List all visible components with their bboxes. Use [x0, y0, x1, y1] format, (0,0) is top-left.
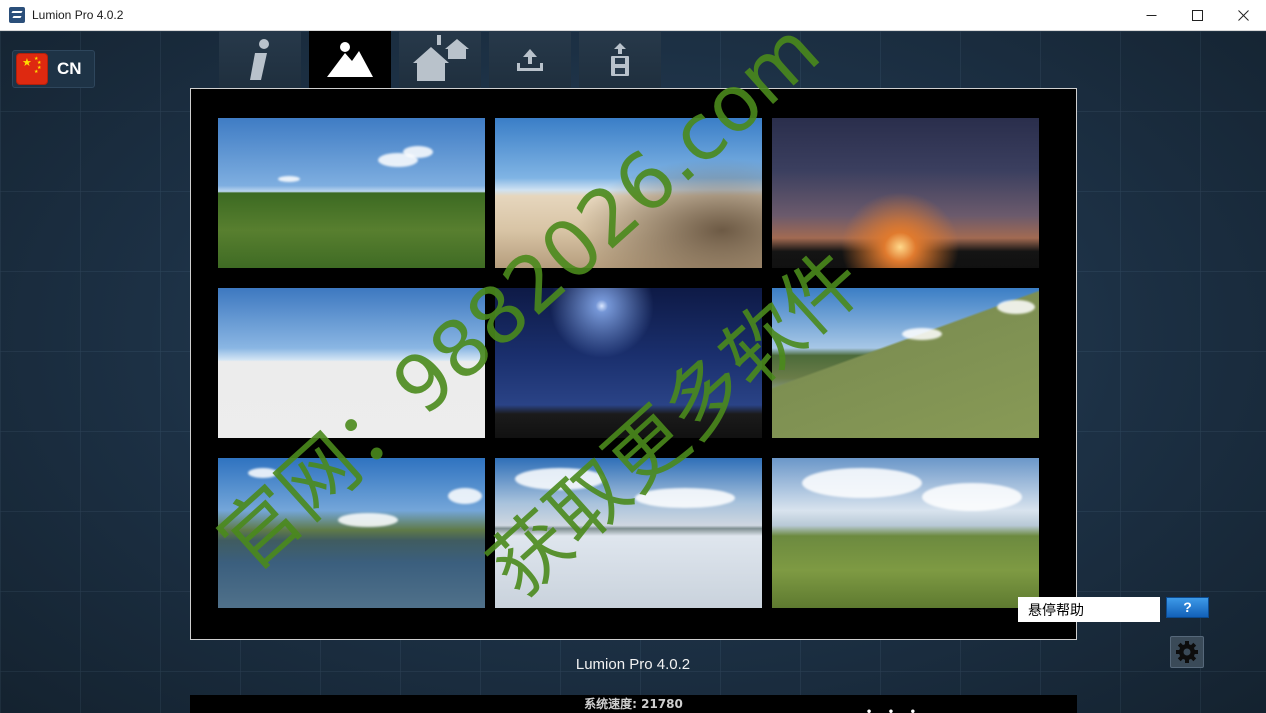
scene-thumbnail-night[interactable]: [495, 288, 762, 438]
scene-thumbnail-lake[interactable]: [218, 458, 485, 608]
maximize-button[interactable]: [1174, 0, 1220, 31]
tab-new-scene[interactable]: [309, 31, 391, 89]
language-label: CN: [57, 59, 82, 78]
system-speed-bar: 系统速度: 21780 • • •: [190, 695, 1077, 713]
main-tabs: [219, 31, 669, 89]
minimize-button[interactable]: [1128, 0, 1174, 31]
window-controls: [1128, 0, 1266, 31]
scene-thumbnail-grass[interactable]: [218, 118, 485, 268]
scene-thumbnail-hills[interactable]: [772, 458, 1039, 608]
version-label: Lumion Pro 4.0.2: [575, 656, 691, 673]
scene-picker-panel: [190, 88, 1077, 640]
tab-save[interactable]: [579, 31, 661, 88]
tab-import[interactable]: [489, 31, 571, 88]
speed-indicator-dots: • • •: [865, 707, 922, 713]
scene-thumbnail-sunset[interactable]: [772, 118, 1039, 268]
help-button[interactable]: ?: [1166, 597, 1209, 618]
main-area: ★ ★ ★ ★ ★ CN 悬停帮助 ? Lumion Pro 4.0.2 系统速…: [0, 31, 1266, 713]
scene-thumbnail-river[interactable]: [772, 288, 1039, 438]
title-bar: Lumion Pro 4.0.2: [0, 0, 1266, 31]
hover-help-label: 悬停帮助: [1018, 597, 1160, 622]
china-flag-icon: ★ ★ ★ ★ ★: [16, 53, 48, 85]
upload-icon: [517, 48, 543, 71]
houses-icon: [413, 34, 469, 81]
gear-icon: [1176, 641, 1198, 663]
info-icon: [250, 38, 269, 80]
close-icon: [1237, 10, 1249, 21]
settings-button[interactable]: [1170, 636, 1204, 668]
minimize-icon: [1146, 15, 1156, 16]
close-button[interactable]: [1220, 0, 1266, 31]
language-button[interactable]: ★ ★ ★ ★ ★ CN: [12, 50, 95, 88]
scene-thumbnail-desert[interactable]: [495, 118, 762, 268]
maximize-icon: [1191, 10, 1203, 21]
scene-thumbnail-snow[interactable]: [495, 458, 762, 608]
system-speed-label: 系统速度: 21780: [584, 697, 683, 711]
mountain-icon: [327, 42, 373, 77]
save-icon: [611, 42, 629, 76]
lumion-logo-icon: [9, 7, 25, 23]
window-title: Lumion Pro 4.0.2: [32, 8, 124, 22]
tab-examples[interactable]: [399, 31, 481, 88]
tab-info[interactable]: [219, 31, 301, 88]
scene-thumbnail-white[interactable]: [218, 288, 485, 438]
